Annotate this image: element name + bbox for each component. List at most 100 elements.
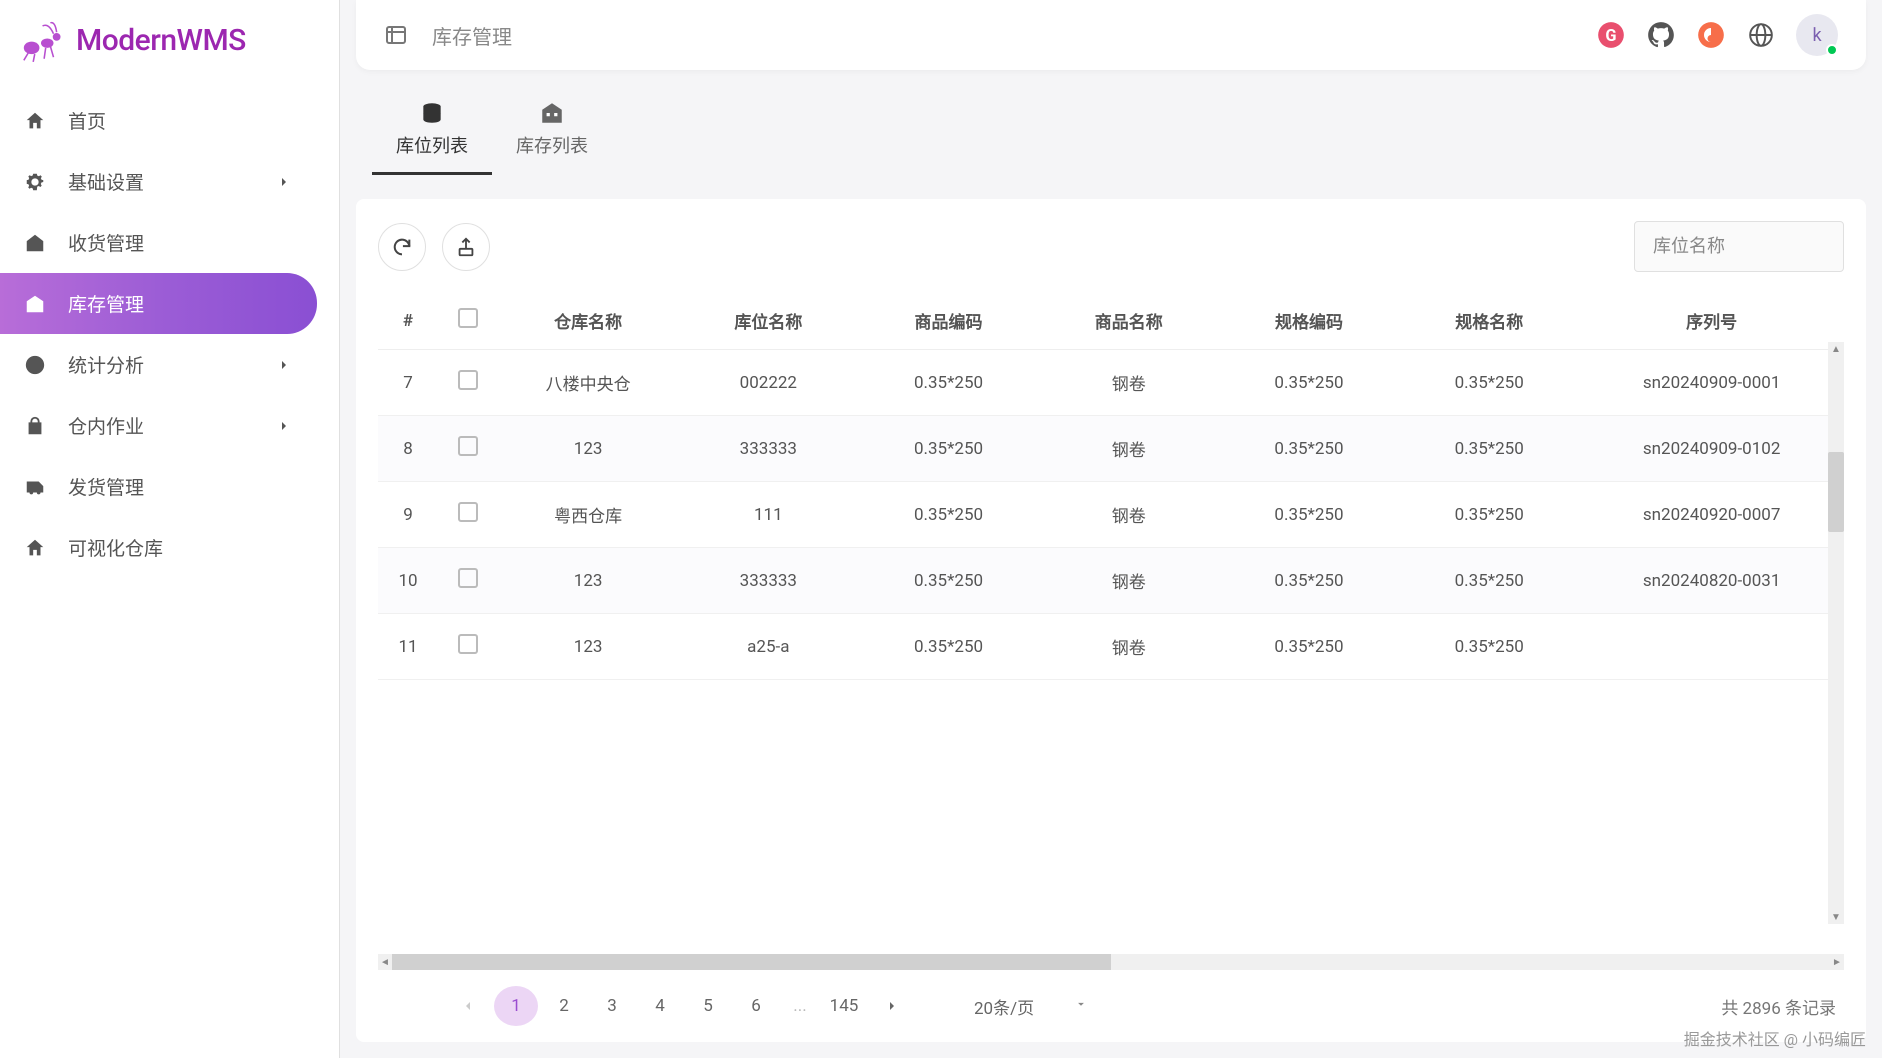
cell: 0.35*250 — [858, 416, 1038, 482]
menu-icon[interactable] — [384, 23, 408, 47]
table-row[interactable]: 101233333330.35*250钢卷0.35*2500.35*250sn2… — [378, 548, 1844, 614]
cell: 0.35*250 — [1219, 548, 1399, 614]
logo[interactable]: ModernWMS — [0, 0, 339, 80]
nav-item-7[interactable]: 可视化仓库 — [0, 517, 317, 578]
gear-icon — [24, 171, 46, 193]
nav-item-4[interactable]: 统计分析 — [0, 334, 317, 395]
nav-item-5[interactable]: 仓内作业 — [0, 395, 317, 456]
cell: 0.35*250 — [1219, 614, 1399, 680]
stack-icon — [419, 100, 445, 126]
inventory-table: #仓库名称库位名称商品编码商品名称规格编码规格名称序列号 7八楼中央仓00222… — [378, 292, 1844, 680]
nav: 首页基础设置收货管理库存管理统计分析仓内作业发货管理可视化仓库 — [0, 80, 339, 588]
home-icon — [24, 110, 46, 132]
nav-label: 首页 — [68, 107, 106, 134]
page-prev-button[interactable] — [446, 986, 490, 1026]
page-size-select[interactable]: 20条/页 — [974, 994, 1088, 1019]
outbound-icon — [24, 476, 46, 498]
page-ellipsis: ... — [782, 996, 818, 1016]
cell: 0.35*250 — [858, 350, 1038, 416]
cell: sn20240920-0007 — [1579, 482, 1844, 548]
nav-item-2[interactable]: 收货管理 — [0, 212, 317, 273]
cell: 0.35*250 — [1399, 482, 1579, 548]
nav-item-6[interactable]: 发货管理 — [0, 456, 317, 517]
page-button-6[interactable]: 6 — [734, 986, 778, 1026]
tab-1[interactable]: 库存列表 — [492, 100, 612, 175]
cell: 10 — [378, 548, 438, 614]
globe-icon[interactable] — [1746, 20, 1776, 50]
cell: 111 — [678, 482, 858, 548]
nav-label: 收货管理 — [68, 229, 144, 256]
horizontal-scrollbar[interactable]: ◄ ► — [378, 954, 1844, 970]
avatar[interactable]: k — [1796, 14, 1838, 56]
cell — [438, 350, 498, 416]
page-button-last[interactable]: 145 — [822, 986, 866, 1026]
row-checkbox[interactable] — [458, 436, 478, 456]
row-checkbox[interactable] — [458, 568, 478, 588]
table-row[interactable]: 7八楼中央仓0022220.35*250钢卷0.35*2500.35*250sn… — [378, 350, 1844, 416]
cell: 333333 — [678, 416, 858, 482]
content-card: #仓库名称库位名称商品编码商品名称规格编码规格名称序列号 7八楼中央仓00222… — [356, 199, 1866, 1042]
cell: 钢卷 — [1039, 350, 1219, 416]
cell — [438, 548, 498, 614]
col-header-2: 仓库名称 — [498, 292, 678, 350]
nav-label: 可视化仓库 — [68, 534, 163, 561]
table-row[interactable]: 11123a25-a0.35*250钢卷0.35*2500.35*250 — [378, 614, 1844, 680]
cell: 0.35*250 — [1219, 416, 1399, 482]
chevron-down-icon — [1074, 996, 1088, 1016]
cell: sn20240909-0001 — [1579, 350, 1844, 416]
chevron-right-icon — [275, 417, 293, 435]
page-button-1[interactable]: 1 — [494, 986, 538, 1026]
page-next-button[interactable] — [870, 986, 914, 1026]
tab-0[interactable]: 库位列表 — [372, 100, 492, 175]
col-header-7: 规格名称 — [1399, 292, 1579, 350]
github-icon[interactable] — [1646, 20, 1676, 50]
table-row[interactable]: 81233333330.35*250钢卷0.35*2500.35*250sn20… — [378, 416, 1844, 482]
page-button-3[interactable]: 3 — [590, 986, 634, 1026]
vertical-scrollbar[interactable]: ▲ ▼ — [1828, 342, 1844, 924]
cell: 0.35*250 — [1399, 350, 1579, 416]
nav-item-1[interactable]: 基础设置 — [0, 151, 317, 212]
nav-item-0[interactable]: 首页 — [0, 90, 317, 151]
nav-item-3[interactable]: 库存管理 — [0, 273, 317, 334]
refresh-button[interactable] — [378, 223, 426, 271]
cell: sn20240909-0102 — [1579, 416, 1844, 482]
topbar-actions: G k — [1596, 14, 1838, 56]
row-checkbox[interactable] — [458, 370, 478, 390]
page-button-2[interactable]: 2 — [542, 986, 586, 1026]
nav-label: 统计分析 — [68, 351, 144, 378]
total-records: 共 2896 条记录 — [1721, 994, 1836, 1019]
table-row[interactable]: 9粤西仓库1110.35*250钢卷0.35*2500.35*250sn2024… — [378, 482, 1844, 548]
scroll-right-icon[interactable]: ► — [1830, 957, 1844, 968]
col-header-8: 序列号 — [1579, 292, 1844, 350]
pagination: 123456...145 20条/页 共 2896 条记录 — [378, 970, 1844, 1026]
table-scroll[interactable]: #仓库名称库位名称商品编码商品名称规格编码规格名称序列号 7八楼中央仓00222… — [378, 292, 1844, 954]
task-icon — [24, 415, 46, 437]
scroll-left-icon[interactable]: ◄ — [378, 957, 392, 968]
chevron-right-icon — [275, 173, 293, 191]
row-checkbox[interactable] — [458, 502, 478, 522]
page-button-4[interactable]: 4 — [638, 986, 682, 1026]
cell: 钢卷 — [1039, 482, 1219, 548]
brand-icon[interactable] — [1696, 20, 1726, 50]
table-container: #仓库名称库位名称商品编码商品名称规格编码规格名称序列号 7八楼中央仓00222… — [378, 292, 1844, 970]
toolbar — [378, 221, 1844, 272]
gitee-icon[interactable]: G — [1596, 20, 1626, 50]
warehouse-icon — [24, 293, 46, 315]
cell: 8 — [378, 416, 438, 482]
export-button[interactable] — [442, 223, 490, 271]
cell: 粤西仓库 — [498, 482, 678, 548]
topbar: 库存管理 G k — [356, 0, 1866, 70]
search-input[interactable] — [1634, 221, 1844, 272]
hscroll-thumb[interactable] — [392, 954, 1111, 970]
building-icon — [539, 100, 565, 126]
vscroll-thumb[interactable] — [1828, 452, 1844, 532]
cell: 123 — [498, 548, 678, 614]
nav-label: 仓内作业 — [68, 412, 144, 439]
select-all-checkbox[interactable] — [458, 308, 478, 328]
scroll-up-icon[interactable]: ▲ — [1828, 342, 1844, 356]
cell: 八楼中央仓 — [498, 350, 678, 416]
tab-label: 库存列表 — [516, 132, 588, 158]
row-checkbox[interactable] — [458, 634, 478, 654]
scroll-down-icon[interactable]: ▼ — [1828, 910, 1844, 924]
page-button-5[interactable]: 5 — [686, 986, 730, 1026]
